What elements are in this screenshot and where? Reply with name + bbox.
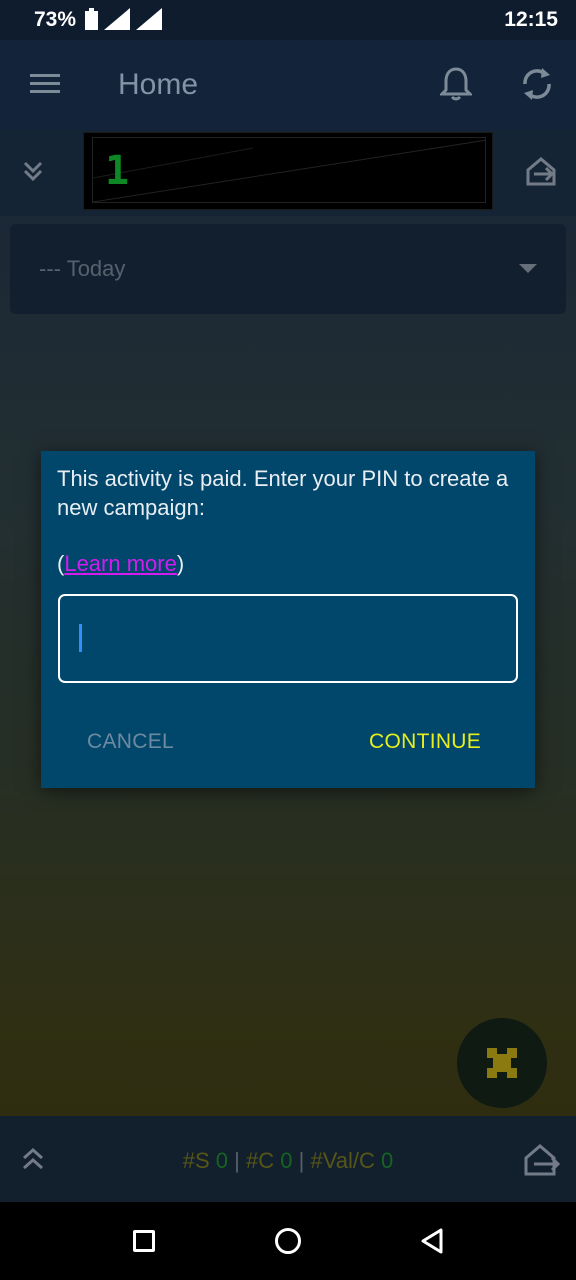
learn-more-line: (Learn more) [57, 551, 184, 577]
sync-icon[interactable] [520, 66, 554, 102]
page-title: Home [118, 68, 199, 101]
nav-recents-icon[interactable] [133, 1230, 155, 1252]
status-bar: 73% 12:15 [0, 0, 576, 40]
signal-icon [104, 8, 130, 30]
clock: 12:15 [504, 8, 558, 31]
text-cursor [79, 624, 82, 652]
app-bar [0, 40, 576, 130]
pin-input[interactable] [58, 594, 518, 683]
signal-icon-2 [136, 8, 162, 30]
learn-more-suffix: ) [176, 551, 185, 576]
nav-back-icon[interactable] [420, 1227, 444, 1255]
puzzle-icon [487, 1048, 517, 1078]
learn-more-link[interactable]: Learn more [64, 551, 177, 576]
bell-icon[interactable] [440, 66, 472, 102]
nav-home-icon[interactable] [275, 1228, 301, 1254]
battery-icon [85, 8, 98, 30]
menu-icon[interactable] [30, 74, 60, 94]
dialog-message: This activity is paid. Enter your PIN to… [57, 466, 509, 520]
battery-level: 73% [34, 8, 77, 31]
continue-button[interactable]: CONTINUE [369, 730, 481, 754]
cancel-button[interactable]: CANCEL [87, 730, 174, 754]
